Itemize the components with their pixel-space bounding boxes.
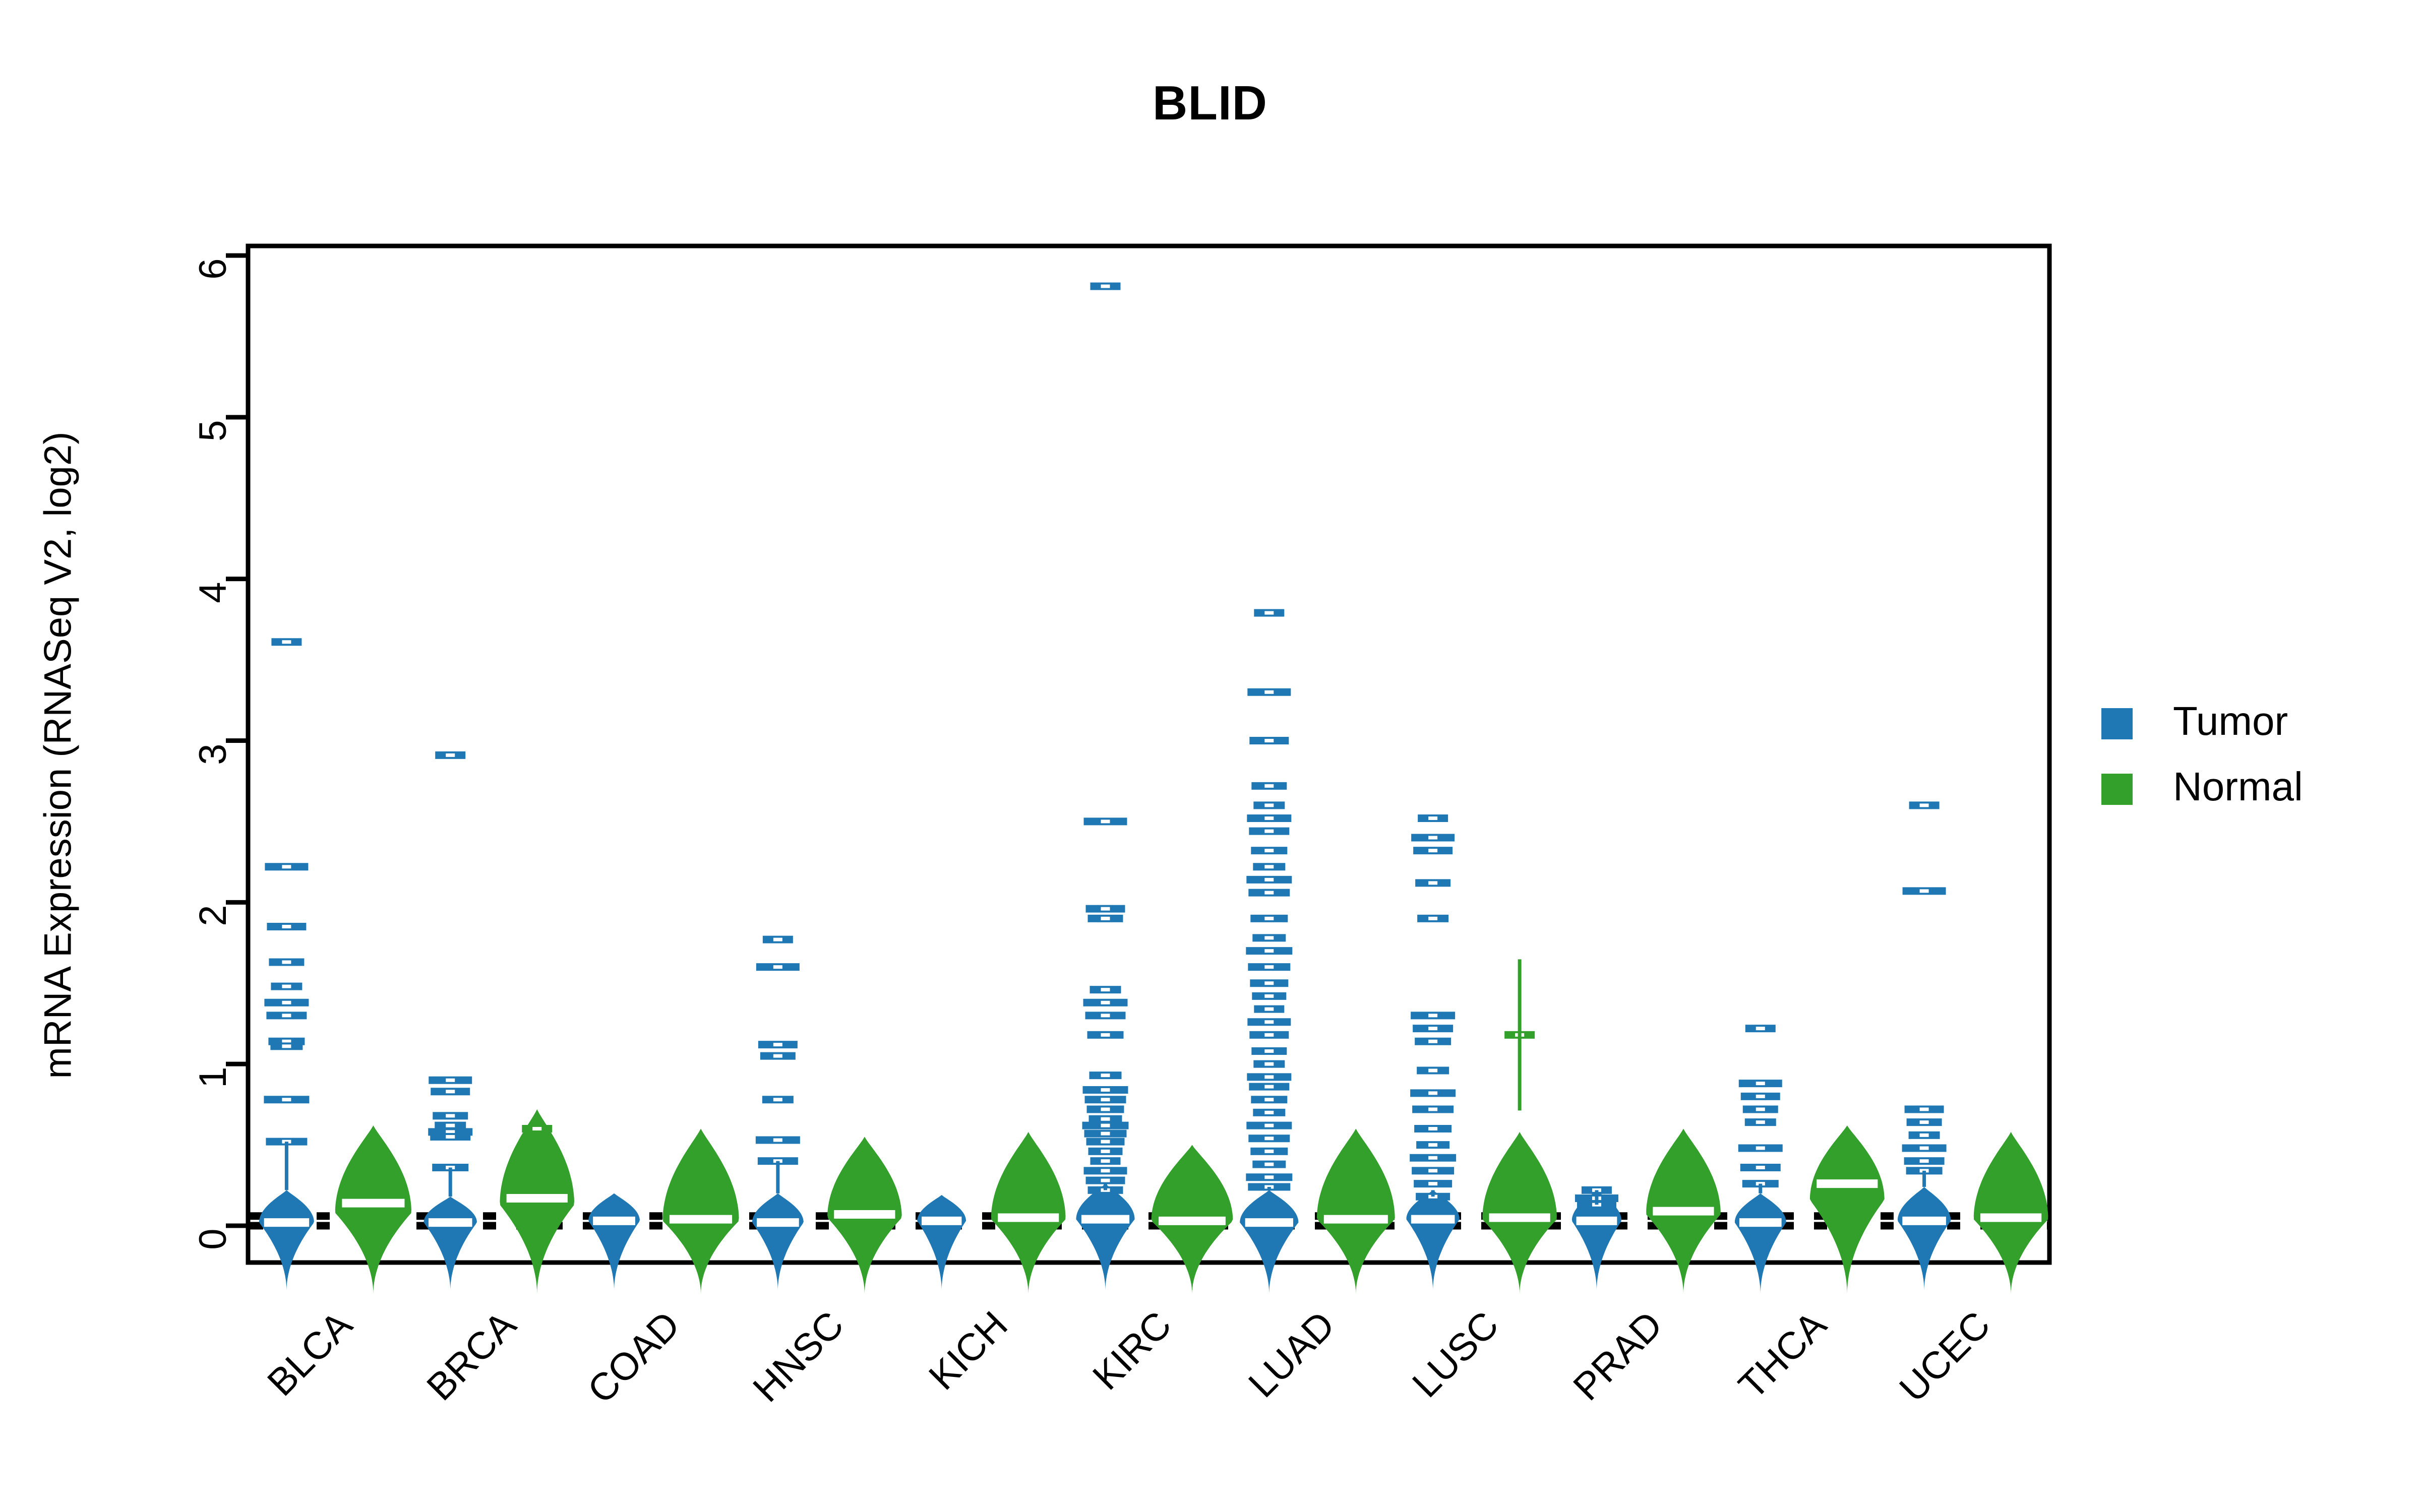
violin-luad-normal (1316, 1128, 1395, 1294)
violin-kich-tumor (917, 1195, 966, 1291)
violin-prad-normal (1646, 1128, 1721, 1294)
violin-plot-figure: BLID mRNA Expression (RNASeq V2, log2) 0… (0, 0, 2420, 1512)
violin-coad-normal (662, 1128, 739, 1294)
violin-coad-tumor (588, 1193, 640, 1291)
violin-luad-tumor (1240, 609, 1299, 1294)
violin-body (588, 1193, 640, 1291)
plot-box (246, 243, 2052, 1265)
violin-body (991, 1131, 1066, 1294)
violin-kirc-tumor (1076, 282, 1135, 1291)
violin-kirc-normal (1151, 1145, 1233, 1294)
violin-body (259, 1190, 314, 1291)
legend-label-normal: Normal (2173, 764, 2303, 809)
legend-swatch-tumor (2101, 708, 2133, 739)
violin-thca-tumor (1734, 1025, 1786, 1294)
violin-body (752, 1193, 804, 1291)
violin-body (662, 1128, 739, 1294)
legend-swatch-normal (2101, 774, 2133, 805)
violin-blca-normal (335, 1125, 411, 1294)
violin-prad-tumor (1571, 1186, 1622, 1291)
violin-body (1076, 1183, 1135, 1291)
violin-body (1973, 1131, 2048, 1294)
legend-label-tumor: Tumor (2173, 699, 2288, 743)
violin-ucec-normal (1973, 1131, 2048, 1294)
series-normal (335, 959, 2048, 1294)
violin-body (1809, 1125, 1885, 1294)
violin-layer (259, 282, 2048, 1294)
violin-lusc-tumor (1406, 814, 1460, 1291)
violin-thca-normal (1809, 1125, 1885, 1294)
plot-canvas (226, 243, 2052, 1294)
violin-body (1406, 1190, 1460, 1291)
violin-kich-normal (991, 1131, 1066, 1294)
violin-blca-tumor (259, 638, 314, 1291)
violin-ucec-tumor (1897, 801, 1951, 1291)
violin-brca-tumor (424, 751, 477, 1291)
violin-hnsc-normal (827, 1137, 902, 1294)
violin-body (335, 1125, 411, 1294)
violin-hnsc-tumor (752, 935, 804, 1291)
violin-lusc-normal (1482, 959, 1557, 1294)
violin-body (1897, 1187, 1951, 1291)
violin-body (1482, 1131, 1557, 1294)
violin-body (1316, 1128, 1395, 1294)
violin-body (1240, 1190, 1299, 1294)
violin-body (1734, 1193, 1786, 1294)
violin-brca-normal (500, 1109, 574, 1294)
violin-body (424, 1196, 477, 1291)
series-tumor (259, 282, 1951, 1294)
violin-body (917, 1195, 966, 1291)
